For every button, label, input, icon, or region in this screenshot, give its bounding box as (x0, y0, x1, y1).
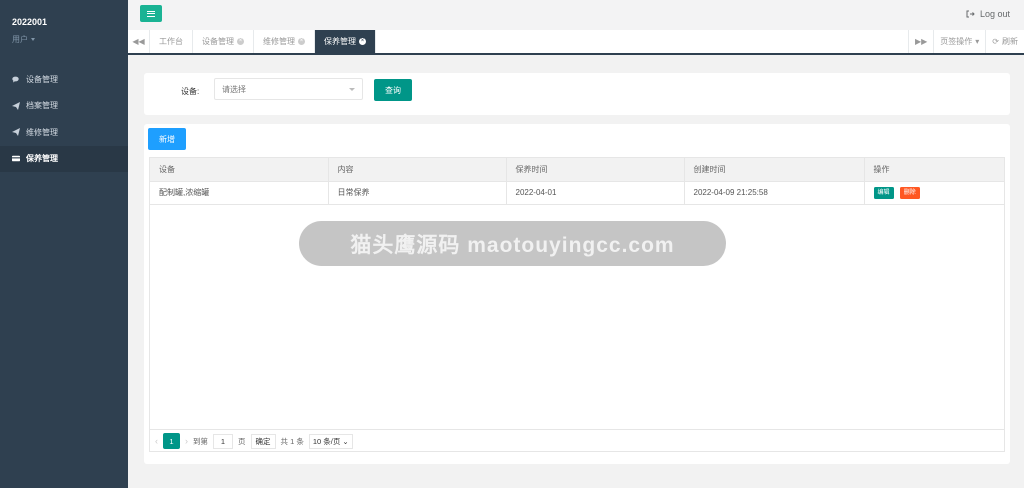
query-button[interactable]: 查询 (374, 79, 412, 101)
table-header-row: 设备 内容 保养时间 创建时间 操作 (150, 158, 1004, 182)
table-panel: 新增 设备 内容 保养时间 创建时间 操作 配制罐,浓缩罐 日常保养 2022-… (144, 124, 1010, 464)
tabs-list: 工作台 设备管理 × 维修管理 × 保养管理 × (150, 30, 376, 53)
sidebar-nav: 设备管理 档案管理 维修管理 保养管理 (0, 66, 128, 172)
tab-devices[interactable]: 设备管理 × (193, 30, 254, 53)
sidebar-item-repairs[interactable]: 维修管理 (0, 119, 128, 146)
cell-maint-time: 2022-04-01 (506, 181, 685, 205)
sidebar-item-maintenance[interactable]: 保养管理 (0, 145, 128, 172)
goto-suffix: 页 (238, 436, 246, 446)
tabs-scroll-left-button[interactable]: ◀◀ (128, 30, 150, 53)
refresh-icon: ⟳ (992, 37, 999, 46)
table-wrap: 设备 内容 保养时间 创建时间 操作 配制罐,浓缩罐 日常保养 2022-04-… (149, 157, 1005, 452)
sidebar-item-devices[interactable]: 设备管理 (0, 66, 128, 93)
page-ops-label: 页签操作 (940, 37, 973, 46)
edit-button[interactable]: 编辑 (873, 186, 894, 199)
caret-down-icon: ▾ (975, 37, 980, 46)
add-button[interactable]: 新增 (148, 128, 186, 150)
maintenance-table: 设备 内容 保养时间 创建时间 操作 配制罐,浓缩罐 日常保养 2022-04-… (150, 158, 1004, 205)
cell-created: 2022-04-09 21:25:58 (684, 181, 865, 205)
tabs-bar: ◀◀ 工作台 设备管理 × 维修管理 × 保养管理 × ▶▶ 页签操作 ▾ ⟳ … (128, 30, 1024, 55)
search-panel: 设备: 请选择 查询 (144, 73, 1010, 115)
cell-device: 配制罐,浓缩罐 (150, 181, 329, 205)
tabs-scroll-right-button[interactable]: ▶▶ (907, 30, 933, 53)
column-header[interactable]: 内容 (328, 158, 507, 182)
send-icon (12, 128, 20, 137)
goto-prefix: 到第 (193, 436, 208, 446)
tab-label: 工作台 (159, 37, 183, 46)
chevron-down-icon (349, 88, 355, 91)
goto-confirm-button[interactable]: 确定 (250, 433, 276, 449)
forward-icon: ▶▶ (914, 37, 928, 46)
tab-workbench[interactable]: 工作台 (150, 30, 193, 53)
logout-link[interactable]: Log out (966, 9, 1010, 19)
user-role-dropdown[interactable]: 用户 (12, 34, 116, 45)
page-ops-dropdown[interactable]: 页签操作 ▾ (933, 30, 985, 53)
caret-down-icon (31, 38, 35, 41)
cell-actions: 编辑 删除 (864, 181, 1004, 205)
total-count: 共 1 条 (280, 436, 304, 446)
device-select[interactable]: 请选择 (214, 78, 363, 100)
page-size-label: 10 条/页 (312, 436, 341, 446)
watermark-banner: 猫头鹰源码 maotouyingcc.com (299, 221, 726, 266)
page-size-select[interactable]: 10 条/页 ⌄ (308, 433, 353, 449)
next-page-icon[interactable]: › (185, 436, 188, 446)
refresh-button[interactable]: ⟳ 刷新 (985, 30, 1024, 53)
sidebar-item-label: 档案管理 (26, 101, 58, 111)
delete-button[interactable]: 删除 (899, 186, 920, 199)
close-icon[interactable]: × (237, 38, 244, 45)
column-header[interactable]: 设备 (150, 158, 329, 182)
menu-toggle-button[interactable] (140, 5, 162, 22)
backward-icon: ◀◀ (132, 37, 145, 46)
tab-label: 保养管理 (324, 37, 356, 46)
watermark-text: 猫头鹰源码 maotouyingcc.com (350, 233, 675, 257)
user-block: 2022001 用户 (0, 0, 128, 60)
tab-maintenance[interactable]: 保养管理 × (315, 30, 376, 53)
sidebar-item-label: 保养管理 (26, 154, 58, 164)
table-row[interactable]: 配制罐,浓缩罐 日常保养 2022-04-01 2022-04-09 21:25… (150, 181, 1004, 205)
close-icon[interactable]: × (359, 38, 366, 45)
user-role-label: 用户 (12, 35, 28, 44)
sidebar-item-label: 设备管理 (26, 74, 58, 84)
column-header[interactable]: 保养时间 (506, 158, 685, 182)
user-name: 2022001 (12, 17, 48, 27)
hamburger-icon (147, 10, 155, 17)
current-page-button[interactable]: 1 (163, 433, 180, 449)
close-icon[interactable]: × (298, 38, 305, 45)
tab-label: 设备管理 (202, 37, 234, 46)
goto-page-input[interactable]: 1 (213, 433, 233, 449)
cell-content: 日常保养 (328, 181, 507, 205)
chevron-down-icon: ⌄ (342, 436, 349, 446)
pagination: ‹ 1 › 到第 1 页 确定 共 1 条 10 条/页 ⌄ (149, 429, 1005, 452)
column-header[interactable]: 操作 (864, 158, 1004, 182)
sidebar-item-archives[interactable]: 档案管理 (0, 93, 128, 120)
topbar: Log out (128, 0, 1024, 30)
tabs-right-controls: ▶▶ 页签操作 ▾ ⟳ 刷新 (907, 30, 1024, 53)
device-select-placeholder: 请选择 (222, 84, 246, 94)
sidebar-item-label: 维修管理 (26, 127, 58, 137)
tab-repairs[interactable]: 维修管理 × (254, 30, 315, 53)
comments-icon (12, 75, 20, 83)
card-icon (12, 155, 20, 163)
sign-out-icon (966, 10, 975, 18)
logout-label: Log out (979, 9, 1010, 19)
sidebar: 2022001 用户 设备管理 档案管理 维修管理 保养管理 (0, 0, 128, 488)
device-label: 设备: (181, 87, 200, 96)
tab-label: 维修管理 (263, 37, 295, 46)
send-icon (12, 101, 20, 110)
refresh-label: 刷新 (1002, 37, 1018, 46)
prev-page-icon[interactable]: ‹ (155, 436, 158, 446)
column-header[interactable]: 创建时间 (684, 158, 865, 182)
